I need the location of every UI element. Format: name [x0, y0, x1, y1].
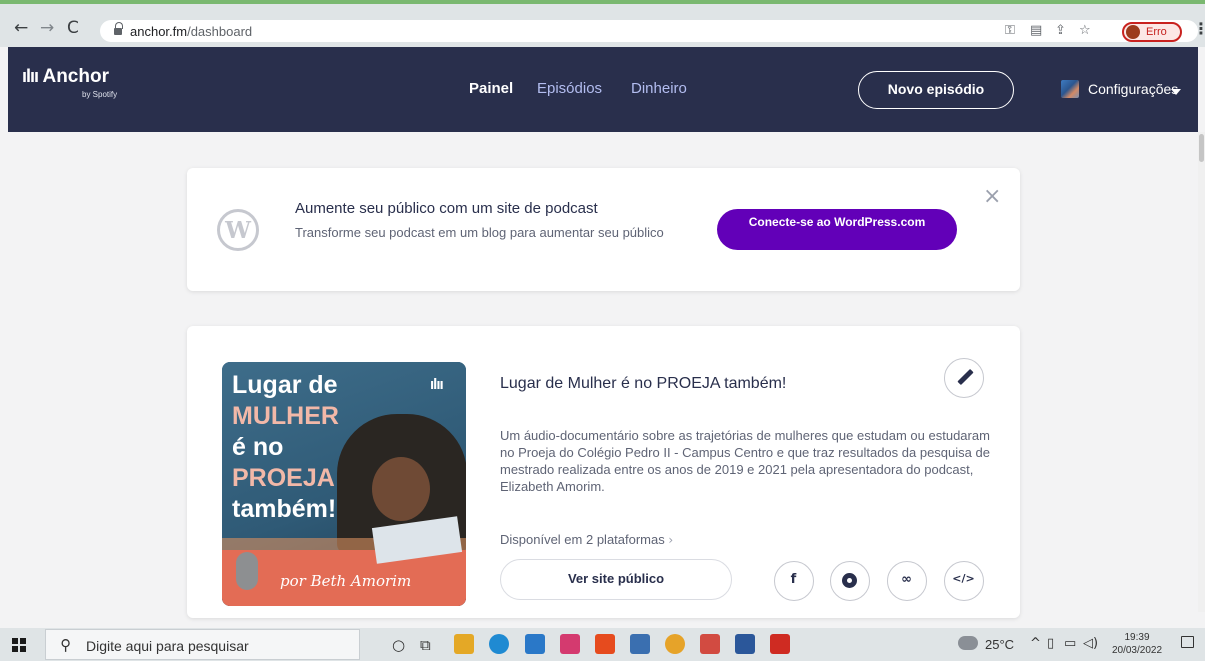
lock-icon: [114, 22, 123, 35]
settings-menu[interactable]: Configurações: [1088, 81, 1178, 97]
url-text[interactable]: anchor.fm/dashboard: [130, 24, 252, 39]
weather-icon[interactable]: [958, 636, 978, 650]
task-view-icon[interactable]: ⧉: [420, 636, 431, 654]
facebook-share-button[interactable]: f: [774, 561, 814, 601]
connect-wordpress-button[interactable]: Conecte-se ao WordPress.com: [717, 209, 957, 250]
edge-icon[interactable]: [489, 634, 509, 654]
bookmark-star-icon[interactable]: ☆: [1079, 23, 1091, 38]
office-icon[interactable]: [595, 634, 615, 654]
podcast-card: Lugar de MULHER é no PROEJA também! ılıı…: [187, 326, 1020, 618]
browser-chrome: ← → C anchor.fm/dashboard ⚿ ▤ ⇪ ☆ Erro ⋮: [0, 0, 1205, 47]
nav-painel[interactable]: Painel: [469, 80, 513, 97]
address-bar[interactable]: anchor.fm/dashboard ⚿ ▤ ⇪ ☆: [100, 20, 1198, 42]
cortana-icon[interactable]: ○: [392, 636, 405, 654]
app-icon[interactable]: [700, 634, 720, 654]
notifications-icon[interactable]: [1181, 636, 1194, 648]
calendar-icon[interactable]: [630, 634, 650, 654]
system-clock[interactable]: 19:39 20/03/2022: [1110, 631, 1164, 657]
chevron-right-icon: ›: [668, 533, 674, 547]
app-header: ılıı Anchor by Spotify Painel Episódios …: [8, 47, 1198, 132]
podcast-title: Lugar de Mulher é no PROEJA também!: [500, 375, 787, 392]
wordpress-description: Transforme seu podcast em um blog para a…: [295, 225, 664, 240]
anchor-wave-icon: ılıı: [430, 376, 444, 393]
copy-link-button[interactable]: ∞: [887, 561, 927, 601]
browser-menu-icon[interactable]: ⋮: [1193, 19, 1205, 39]
windows-start-icon[interactable]: [12, 638, 26, 652]
tab-strip: [0, 0, 1205, 4]
volume-icon[interactable]: ◁): [1083, 636, 1098, 651]
network-icon[interactable]: ▭: [1064, 636, 1076, 651]
file-explorer-icon[interactable]: [454, 634, 474, 654]
edit-button[interactable]: [944, 358, 984, 398]
battery-icon[interactable]: ▯: [1047, 636, 1054, 651]
embed-button[interactable]: </>: [944, 561, 984, 601]
microphone-icon: [236, 552, 258, 590]
profile-button[interactable]: Erro: [1122, 22, 1182, 42]
store-icon[interactable]: [560, 634, 580, 654]
anchor-wave-icon: ılıı: [22, 66, 39, 86]
forward-icon[interactable]: →: [40, 19, 54, 37]
link-icon: ∞: [901, 572, 912, 587]
circle-logo-icon: [842, 573, 857, 588]
chevron-up-icon[interactable]: ^: [1030, 636, 1041, 651]
word-icon[interactable]: [735, 634, 755, 654]
key-icon[interactable]: ⚿: [1005, 23, 1015, 38]
cover-signature: por Beth Amorim: [280, 572, 412, 590]
acrobat-icon[interactable]: [770, 634, 790, 654]
wordpress-icon: W: [217, 209, 259, 251]
close-icon[interactable]: ×: [983, 186, 1001, 208]
pencil-icon: [957, 368, 974, 386]
mail-icon[interactable]: [525, 634, 545, 654]
avatar: [1126, 25, 1140, 39]
anchor-logo[interactable]: ılıı Anchor by Spotify: [22, 66, 117, 99]
chrome-icon[interactable]: [665, 634, 685, 654]
taskbar-search[interactable]: ⚲ Digite aqui para pesquisar: [45, 629, 360, 660]
view-public-site-button[interactable]: Ver site público: [500, 559, 732, 600]
chevron-down-icon[interactable]: [1171, 89, 1181, 95]
share-icon[interactable]: ⇪: [1055, 23, 1066, 38]
translate-icon[interactable]: ▤: [1030, 23, 1042, 38]
new-episode-button[interactable]: Novo episódio: [858, 71, 1014, 109]
cover-title: Lugar de MULHER é no PROEJA também!: [232, 371, 339, 523]
podcast-description: Um áudio-documentário sobre as trajetóri…: [500, 428, 990, 494]
reload-icon[interactable]: C: [67, 19, 79, 37]
search-icon: ⚲: [60, 636, 71, 654]
nav-episodios[interactable]: Episódios: [537, 80, 602, 97]
podcast-cover: Lugar de MULHER é no PROEJA também! ılıı…: [222, 362, 466, 606]
nav-dinheiro[interactable]: Dinheiro: [631, 80, 687, 97]
scrollbar-thumb[interactable]: [1199, 134, 1204, 162]
code-icon: </>: [952, 572, 975, 585]
scrollbar[interactable]: [1198, 132, 1205, 612]
spotify-share-button[interactable]: [830, 561, 870, 601]
windows-taskbar: ⚲ Digite aqui para pesquisar ○ ⧉ 25°C ^ …: [0, 628, 1205, 661]
facebook-icon: f: [790, 572, 797, 587]
back-icon[interactable]: ←: [14, 19, 28, 37]
platforms-link[interactable]: Disponível em 2 plataformas ›: [500, 532, 673, 547]
wordpress-banner: W Aumente seu público com um site de pod…: [187, 168, 1020, 291]
wordpress-title: Aumente seu público com um site de podca…: [295, 200, 598, 217]
podcast-thumbnail[interactable]: [1061, 80, 1079, 98]
